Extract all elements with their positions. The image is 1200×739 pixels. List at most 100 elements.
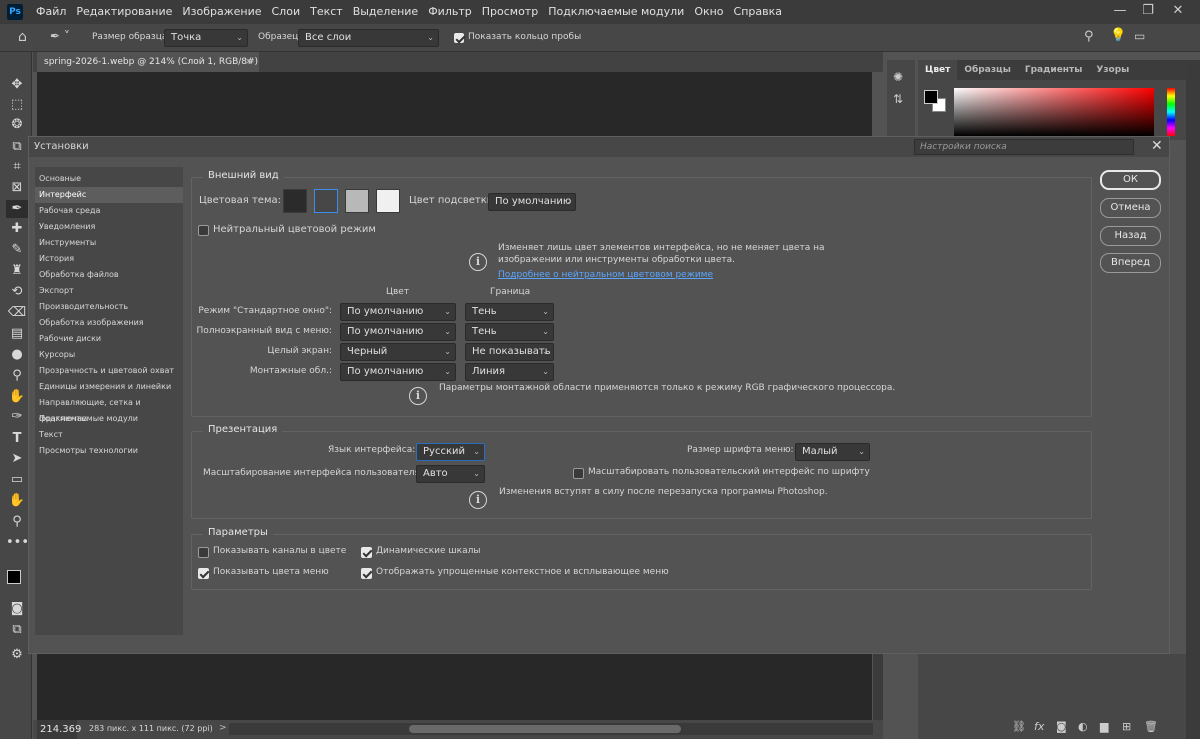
theme-swatch-2[interactable] bbox=[314, 189, 338, 213]
maximize-icon[interactable]: ❐ bbox=[1134, 0, 1162, 24]
eraser-tool-icon[interactable]: ⌫ bbox=[6, 304, 28, 322]
color-spectrum[interactable] bbox=[954, 88, 1154, 136]
lasso-tool-icon[interactable]: ❂ bbox=[6, 116, 28, 134]
cancel-button[interactable]: Отмена bbox=[1100, 198, 1161, 218]
type-tool-icon[interactable]: T bbox=[6, 430, 28, 448]
history-brush-tool-icon[interactable]: ⟲ bbox=[6, 283, 28, 301]
burn-tool-icon[interactable]: ✋ bbox=[6, 388, 28, 406]
category-item[interactable]: Интерфейс bbox=[35, 187, 183, 203]
theme-swatch-1[interactable] bbox=[283, 189, 307, 213]
adjustments-panel-icon[interactable]: ⇅ bbox=[893, 92, 903, 106]
frame-tool-icon[interactable]: ⊠ bbox=[6, 179, 28, 197]
object-select-tool-icon[interactable]: ⧉ bbox=[6, 138, 28, 156]
learn-panel-icon[interactable]: ✺ bbox=[893, 70, 903, 84]
link-layers-icon[interactable]: ⛓ bbox=[1012, 720, 1026, 733]
tab-patterns[interactable]: Узоры bbox=[1089, 60, 1136, 80]
screen-mode-border-select[interactable]: Не показывать ⌄ bbox=[465, 343, 554, 361]
category-item[interactable]: Единицы измерения и линейки bbox=[35, 379, 183, 395]
hue-slider[interactable] bbox=[1167, 88, 1175, 136]
tab-swatches[interactable]: Образцы bbox=[957, 60, 1018, 80]
ui-scaling-select[interactable]: Авто ⌄ bbox=[416, 465, 485, 483]
search-icon[interactable]: ⚲ bbox=[1084, 29, 1094, 44]
canvas-area[interactable] bbox=[37, 72, 872, 136]
delete-layer-icon[interactable]: 🗑 bbox=[1144, 720, 1158, 733]
sample-select[interactable]: Все слои ⌄ bbox=[298, 29, 439, 47]
category-item[interactable]: Рабочая среда bbox=[35, 203, 183, 219]
show-ring-checkbox[interactable] bbox=[454, 33, 464, 43]
brush-tool-icon[interactable]: ✎ bbox=[6, 241, 28, 259]
screen-mode-color-select[interactable]: По умолчанию ⌄ bbox=[340, 323, 456, 341]
close-dialog-icon[interactable]: ✕ bbox=[1151, 138, 1163, 154]
adjustment-layer-icon[interactable]: ◐ bbox=[1078, 720, 1088, 733]
menu-select[interactable]: Выделение bbox=[348, 0, 424, 24]
channels-in-color-checkbox[interactable] bbox=[198, 547, 209, 558]
edit-toolbar-icon[interactable]: ⚙ bbox=[6, 646, 28, 664]
canvas-horizontal-scrollbar[interactable] bbox=[229, 723, 873, 735]
foreground-color-swatch[interactable] bbox=[7, 570, 21, 584]
screen-mode-border-select[interactable]: Тень ⌄ bbox=[465, 323, 554, 341]
eyedropper-preset-icon[interactable]: ✒ ˅ bbox=[50, 29, 78, 45]
category-item[interactable]: Уведомления bbox=[35, 219, 183, 235]
scale-by-font-checkbox[interactable] bbox=[573, 468, 584, 479]
menu-type[interactable]: Текст bbox=[305, 0, 348, 24]
language-select[interactable]: Русский ⌄ bbox=[416, 443, 485, 461]
neutral-mode-link[interactable]: Подробнее о нейтральном цветовом режиме bbox=[498, 270, 713, 280]
screen-mode-border-select[interactable]: Тень ⌄ bbox=[465, 303, 554, 321]
stamp-tool-icon[interactable]: ♜ bbox=[6, 262, 28, 280]
gradient-tool-icon[interactable]: ▤ bbox=[6, 325, 28, 343]
menu-edit[interactable]: Редактирование bbox=[71, 0, 177, 24]
theme-swatch-4[interactable] bbox=[376, 189, 400, 213]
category-item[interactable]: Курсоры bbox=[35, 347, 183, 363]
category-item[interactable]: Инструменты bbox=[35, 235, 183, 251]
category-item[interactable]: Рабочие диски bbox=[35, 331, 183, 347]
blur-tool-icon[interactable]: ● bbox=[6, 346, 28, 364]
neutral-mode-checkbox[interactable] bbox=[198, 225, 209, 236]
forward-button[interactable]: Вперед bbox=[1100, 253, 1161, 273]
group-folder-icon[interactable]: ▆ bbox=[1100, 720, 1108, 733]
fx-icon[interactable]: fx bbox=[1034, 720, 1044, 733]
screen-mode-color-select[interactable]: По умолчанию ⌄ bbox=[340, 363, 456, 381]
scrollbar-thumb[interactable] bbox=[409, 725, 681, 733]
menu-colors-checkbox[interactable] bbox=[198, 568, 209, 579]
category-item[interactable]: Производительность bbox=[35, 299, 183, 315]
right-panel-scrollbar[interactable] bbox=[1186, 60, 1200, 739]
highlight-color-select[interactable]: По умолчанию ⌄ bbox=[488, 193, 576, 211]
menu-window[interactable]: Окно bbox=[689, 0, 728, 24]
tab-gradients[interactable]: Градиенты bbox=[1018, 60, 1090, 80]
category-item[interactable]: Основные bbox=[35, 171, 183, 187]
menu-plugins[interactable]: Подключаемые модули bbox=[543, 0, 689, 24]
zoom-tool-icon[interactable]: ⚲ bbox=[6, 513, 28, 531]
canvas-area-bottom[interactable] bbox=[37, 654, 872, 720]
pen-tool-icon[interactable]: ✑ bbox=[6, 408, 28, 426]
category-item[interactable]: Направляющие, сетка и фрагменты bbox=[35, 395, 183, 423]
hand-tool-icon[interactable]: ✋ bbox=[6, 492, 28, 510]
more-tools-icon[interactable]: ••• bbox=[6, 534, 29, 552]
sample-size-select[interactable]: Точка ⌄ bbox=[164, 29, 248, 47]
category-item[interactable]: Текст bbox=[35, 427, 183, 443]
category-item[interactable]: Просмотры технологии bbox=[35, 443, 183, 459]
simplified-menus-checkbox[interactable] bbox=[361, 568, 372, 579]
screen-mode-border-select[interactable]: Линия ⌄ bbox=[465, 363, 554, 381]
screen-mode-icon[interactable]: ⧉ bbox=[6, 621, 28, 639]
close-tab-icon[interactable]: × bbox=[245, 52, 253, 72]
zoom-level-field[interactable]: 214.369 bbox=[37, 720, 81, 739]
minimize-icon[interactable]: — bbox=[1106, 0, 1134, 24]
screen-mode-color-select[interactable]: Черный ⌄ bbox=[340, 343, 456, 361]
menu-image[interactable]: Изображение bbox=[177, 0, 266, 24]
ok-button[interactable]: ОК bbox=[1100, 170, 1161, 190]
close-window-icon[interactable]: ✕ bbox=[1164, 0, 1192, 24]
quick-mask-icon[interactable]: ◙ bbox=[6, 600, 28, 618]
marquee-tool-icon[interactable]: ⬚ bbox=[6, 96, 28, 114]
layer-mask-icon[interactable]: ◙ bbox=[1056, 720, 1067, 733]
status-menu-arrow-icon[interactable]: > bbox=[219, 723, 227, 733]
path-select-tool-icon[interactable]: ➤ bbox=[6, 450, 28, 468]
document-tab[interactable]: spring-2026-1.webp @ 214% (Слой 1, RGB/8… bbox=[37, 52, 259, 72]
tab-color[interactable]: Цвет bbox=[918, 60, 958, 80]
back-button[interactable]: Назад bbox=[1100, 226, 1161, 246]
workspace-icon[interactable]: ▭ bbox=[1134, 29, 1145, 43]
dynamic-sliders-checkbox[interactable] bbox=[361, 547, 372, 558]
category-item[interactable]: Подключаемые модули bbox=[35, 411, 183, 427]
menu-help[interactable]: Справка bbox=[729, 0, 787, 24]
new-layer-icon[interactable]: ⊞ bbox=[1122, 720, 1131, 733]
category-item[interactable]: Прозрачность и цветовой охват bbox=[35, 363, 183, 379]
